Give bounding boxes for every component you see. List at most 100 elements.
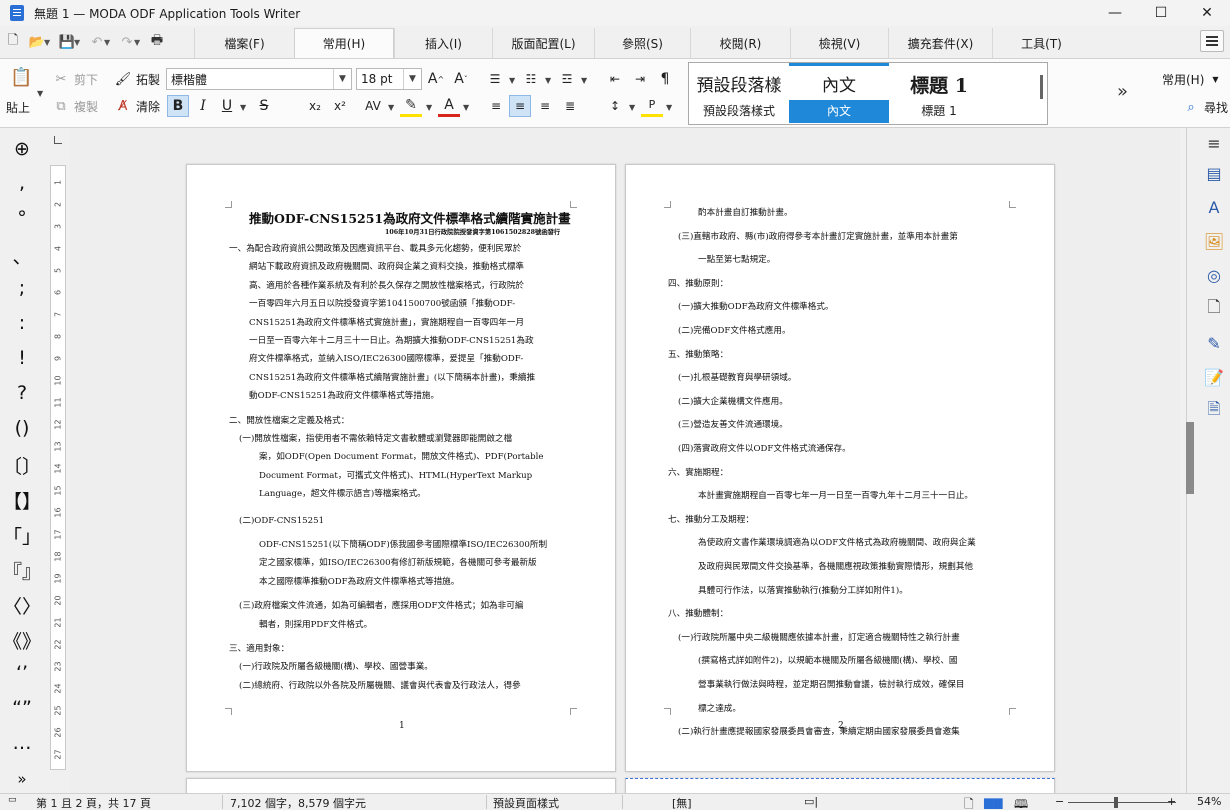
symbol-parentheses[interactable]: (): [0, 417, 44, 439]
sidebar-menu-icon[interactable]: ≡: [1203, 132, 1225, 154]
background-dropdown-icon[interactable]: ▼: [666, 103, 672, 112]
navigator-icon[interactable]: ◎: [1203, 264, 1225, 286]
manage-changes-icon[interactable]: 📝: [1203, 366, 1225, 388]
zoom-level[interactable]: 54%: [1197, 795, 1221, 808]
line-spacing-icon[interactable]: ↕: [604, 95, 626, 117]
symbol-tortoise-brackets[interactable]: 〔〕: [0, 452, 44, 479]
underline-dropdown-icon[interactable]: ▼: [240, 103, 246, 112]
underline-button[interactable]: U: [216, 95, 238, 117]
zoom-in-icon[interactable]: +: [1167, 795, 1176, 808]
symbol-single-quotes[interactable]: ‘’: [0, 662, 44, 684]
style-heading-1[interactable]: 標題 1 標題 1: [889, 63, 989, 124]
maximize-button[interactable]: ☐: [1138, 0, 1184, 26]
document-page-3[interactable]: [186, 778, 616, 793]
cut-button[interactable]: ✂ 剪下: [52, 70, 98, 88]
redo-dropdown-icon[interactable]: ▼: [134, 38, 144, 47]
tab-home[interactable]: 常用(H): [294, 28, 394, 58]
zoom-slider-track[interactable]: [1068, 802, 1176, 803]
design-icon[interactable]: 🗎: [1203, 399, 1225, 422]
tab-extensions[interactable]: 擴充套件(X): [888, 28, 992, 58]
symbol-comma[interactable]: ,: [0, 172, 44, 194]
page-icon[interactable]: 🗋: [1203, 297, 1225, 320]
style-inspector-icon[interactable]: ✎: [1203, 332, 1225, 354]
outline-list-icon[interactable]: ☲: [556, 68, 578, 90]
font-size-combo[interactable]: 18 pt ▼: [356, 68, 422, 90]
tab-insert[interactable]: 插入(I): [394, 28, 492, 58]
symbol-colon[interactable]: :: [0, 312, 44, 334]
properties-icon[interactable]: ▤: [1203, 162, 1225, 184]
paste-icon[interactable]: 📋: [10, 67, 32, 88]
character-spacing-icon[interactable]: AV: [362, 95, 384, 117]
align-right-icon[interactable]: ≡: [534, 95, 556, 117]
style-default-paragraph[interactable]: 預設段落樣 預設段落樣式: [689, 63, 789, 124]
bullet-dropdown-icon[interactable]: ▼: [509, 76, 515, 85]
bullet-list-icon[interactable]: ☰: [484, 68, 506, 90]
zoom-out-icon[interactable]: −: [1055, 795, 1064, 808]
vertical-ruler[interactable]: 1 2 3 4 5 6 7 8 9 10 11 12 13 14 15 16 17 18 19 20 21 22 23 24 2…: [50, 165, 66, 770]
font-name-combo[interactable]: 標楷體 ▼: [166, 68, 352, 90]
word-count-status[interactable]: 7,102 個字，8,579 個字元: [230, 795, 366, 810]
document-page-2[interactable]: 2 酌本計畫自訂推動計畫。 (三)直轄市政府、縣(市)政府得參考本計畫訂定實施計畫…: [625, 164, 1055, 772]
outline-dropdown-icon[interactable]: ▼: [581, 76, 587, 85]
chevron-down-icon[interactable]: ▼: [333, 69, 351, 89]
open-dropdown-icon[interactable]: ▼: [44, 38, 54, 47]
page-count-status[interactable]: 第 1 且 2 頁，共 17 頁: [36, 795, 151, 810]
insert-mode-icon[interactable]: ▭|: [804, 795, 818, 808]
single-page-view-icon[interactable]: 🗋: [964, 795, 974, 810]
clone-formatting-button[interactable]: 🖌 拓製: [114, 70, 160, 88]
symbol-semicolon[interactable]: ;: [0, 277, 44, 299]
tab-references[interactable]: 參照(S): [594, 28, 690, 58]
more-chevron-icon[interactable]: »: [1117, 81, 1128, 102]
numbering-dropdown-icon[interactable]: ▼: [545, 76, 551, 85]
italic-button[interactable]: I: [192, 95, 214, 117]
copy-button[interactable]: ⧉ 複製: [52, 97, 98, 115]
book-view-icon[interactable]: 🕮: [1014, 795, 1028, 810]
align-center-icon[interactable]: ≡: [509, 95, 531, 117]
tab-tools[interactable]: 工具(T): [992, 28, 1090, 58]
grow-font-icon[interactable]: A ^: [425, 68, 447, 90]
sidebar-collapse-handle[interactable]: [1186, 422, 1194, 494]
symbol-double-quotes[interactable]: “”: [0, 697, 44, 719]
tab-file[interactable]: 檔案(F): [194, 28, 294, 58]
zoom-slider-thumb[interactable]: [1114, 797, 1118, 808]
symbol-white-corner-brackets[interactable]: 『』: [0, 557, 44, 584]
hamburger-menu-button[interactable]: [1200, 30, 1224, 52]
save-dropdown-icon[interactable]: ▼: [74, 38, 84, 47]
line-spacing-dropdown-icon[interactable]: ▼: [629, 103, 635, 112]
document-page-1[interactable]: 推動ODF-CNS15251為政府文件標準格式續階實施計畫 106年10月31日…: [186, 164, 616, 772]
document-canvas[interactable]: 推動ODF-CNS15251為政府文件標準格式續階實施計畫 106年10月31日…: [70, 128, 1180, 793]
paste-dropdown-icon[interactable]: ▼: [37, 89, 43, 98]
font-color-icon[interactable]: A: [438, 95, 460, 117]
clear-formatting-button[interactable]: A̸ 清除: [114, 97, 160, 115]
symbol-double-angle-brackets[interactable]: 《》: [0, 627, 44, 654]
tab-layout[interactable]: 版面配置(L): [492, 28, 594, 58]
styles-scrollbar[interactable]: [1040, 75, 1043, 99]
multi-page-view-icon[interactable]: ▆▆: [984, 795, 1002, 809]
strikethrough-button[interactable]: S: [253, 95, 275, 117]
paragraph-background-icon[interactable]: P: [641, 95, 663, 117]
find-button[interactable]: ⌕ 尋找: [1182, 98, 1228, 116]
language-status[interactable]: [無]: [672, 795, 692, 810]
decrease-indent-icon[interactable]: ⇤: [604, 68, 626, 90]
highlight-dropdown-icon[interactable]: ▼: [426, 103, 432, 112]
bold-button[interactable]: B: [167, 95, 189, 117]
close-button[interactable]: ✕: [1184, 0, 1230, 26]
formatting-marks-icon[interactable]: ¶: [654, 68, 676, 90]
more-symbols-icon[interactable]: »: [0, 770, 44, 788]
symbol-angle-brackets[interactable]: 〈〉: [0, 592, 44, 619]
tab-view[interactable]: 檢視(V): [790, 28, 888, 58]
new-document-icon[interactable]: 🗋: [2, 31, 24, 53]
subscript-button[interactable]: x₂: [304, 95, 326, 117]
undo-dropdown-icon[interactable]: ▼: [104, 38, 114, 47]
highlight-icon[interactable]: ✎: [400, 95, 422, 117]
spacing-dropdown-icon[interactable]: ▼: [388, 103, 394, 112]
gallery-icon[interactable]: 🖼: [1203, 230, 1225, 252]
shrink-font-icon[interactable]: Aˇ: [450, 68, 472, 90]
print-icon[interactable]: 🖶: [146, 31, 168, 53]
symbol-degree[interactable]: °: [0, 207, 44, 229]
page-style-status[interactable]: 預設頁面樣式: [493, 795, 559, 810]
symbol-lenticular-brackets[interactable]: 【】: [0, 487, 44, 514]
tab-review[interactable]: 校閱(R): [690, 28, 790, 58]
symbol-corner-brackets[interactable]: 「」: [0, 522, 44, 549]
font-color-dropdown-icon[interactable]: ▼: [463, 103, 469, 112]
